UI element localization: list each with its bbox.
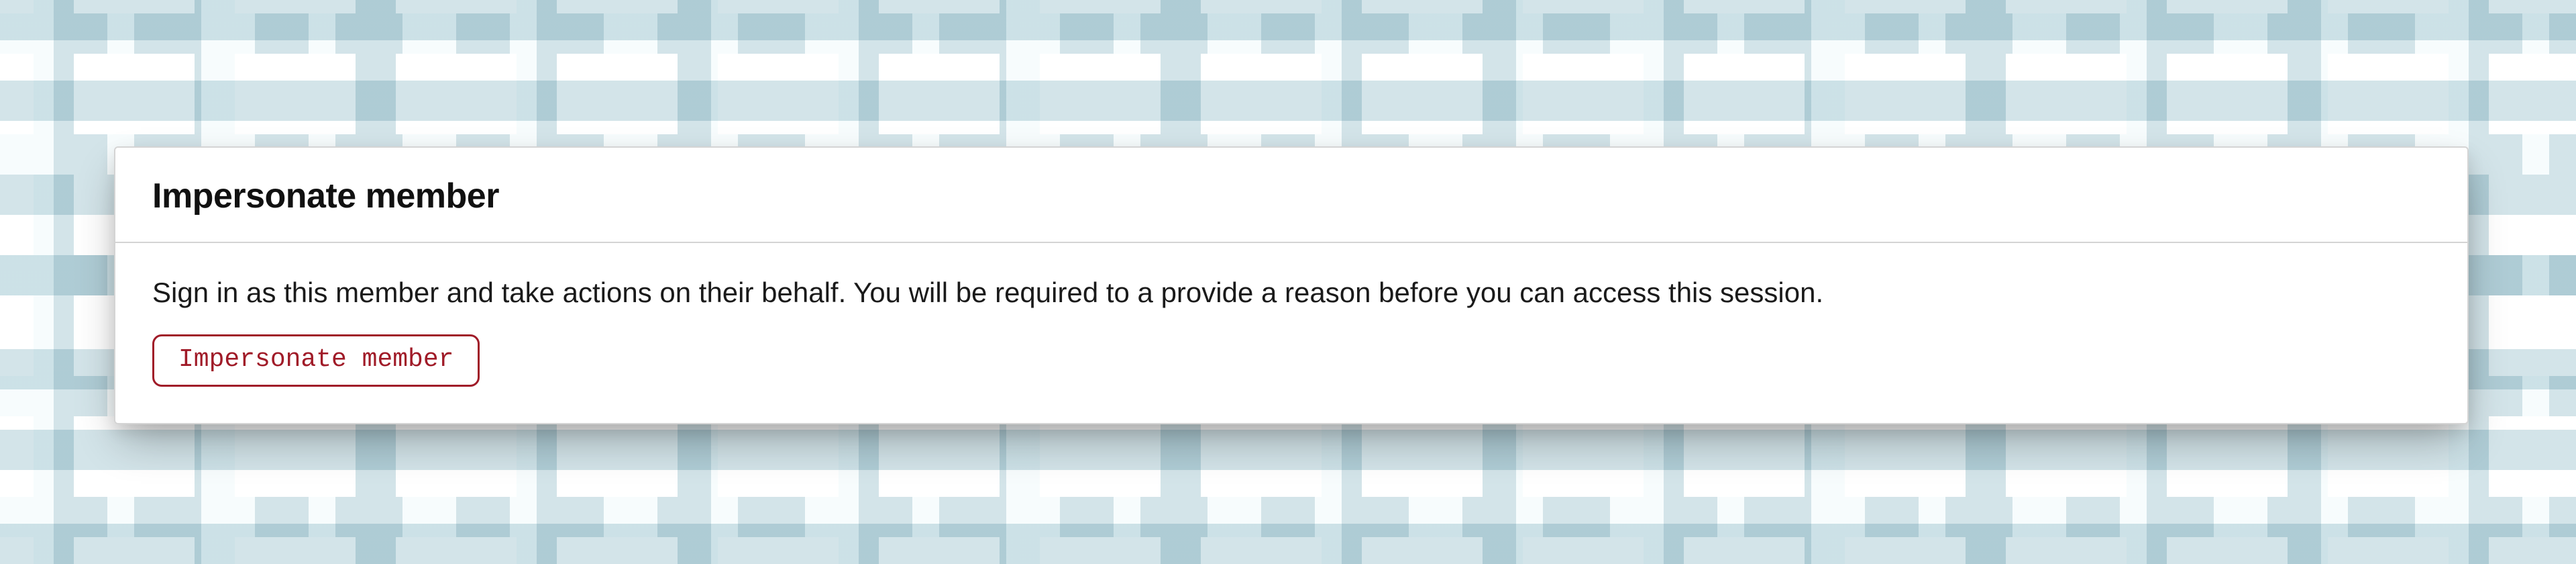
impersonate-description: Sign in as this member and take actions … [152,274,2430,312]
panel-body: Sign in as this member and take actions … [115,243,2467,424]
panel-header: Impersonate member [115,148,2467,243]
panel-title: Impersonate member [152,176,2430,216]
impersonate-member-button[interactable]: Impersonate member [152,334,480,387]
impersonate-panel-wrapper: Impersonate member Sign in as this membe… [114,146,2469,425]
impersonate-panel: Impersonate member Sign in as this membe… [114,146,2469,425]
